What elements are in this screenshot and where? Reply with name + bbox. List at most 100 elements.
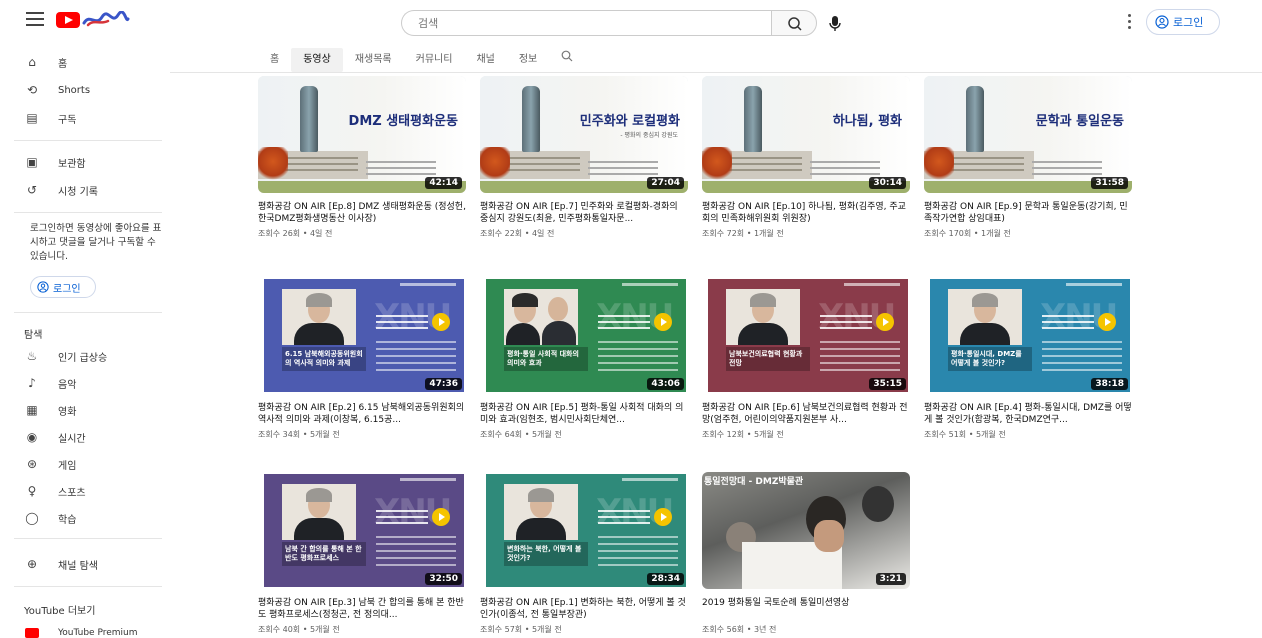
gaming-icon: ⊛ [26, 457, 38, 471]
video-title[interactable]: 평화공감 ON AIR [Ep.10] 하나됨, 평화(김주영, 주교회의 민족… [702, 201, 910, 225]
thumbnail-info-lines [376, 510, 428, 526]
sidebar-item-subscriptions[interactable]: ▤ 구독 [0, 106, 172, 130]
tab-channels[interactable]: 채널 [464, 48, 506, 72]
video-thumbnail[interactable]: XNU 남북보건의료협력 현황과 전망 35:15 [702, 277, 910, 394]
video-thumbnail[interactable]: DMZ 생태평화운동 42:14 [258, 76, 466, 193]
video-title[interactable]: 평화공감 ON AIR [Ep.9] 문학과 통일운동(강기희, 민족작가연합 … [924, 201, 1132, 225]
tab-home[interactable]: 홈 [258, 48, 291, 72]
sidebar-login-button[interactable]: 로그인 [30, 276, 96, 298]
sidebar-item-sports[interactable]: ♀ 스포츠 [0, 479, 172, 503]
sidebar-item-label: 홈 [58, 58, 68, 70]
sidebar-item-movies[interactable]: ▦ 영화 [0, 398, 172, 422]
sports-icon: ♀ [27, 484, 37, 498]
video-card[interactable]: 민주화와 로컬평화 - 평화의 중심지 강원도 27:04 평화공감 ON AIR… [480, 76, 688, 239]
thumbnail-title: 남북 간 합의를 통해 본 한반도 평화프로세스 [282, 542, 366, 566]
video-card[interactable]: 하나됨, 평화 30:14 평화공감 ON AIR [Ep.10] 하나됨, 평화… [702, 76, 910, 239]
sidebar-item-home[interactable]: ⌂ 홈 [0, 50, 172, 74]
video-card[interactable]: XNU 남북 간 합의를 통해 본 한반도 평화프로세스 32:50 평화공감 O… [258, 472, 466, 635]
video-card[interactable]: 통일전망대 - DMZ박물관 3:21 2019 평화통일 국토순례 통일미션영상 조… [702, 472, 910, 635]
video-card[interactable]: XNU 평화·통일시대, DMZ를 어떻게 볼 것인가? 38:18 평화공감 O… [924, 277, 1132, 440]
history-icon: ↺ [26, 183, 38, 197]
thumbnail-brand-bar [1066, 283, 1122, 286]
video-title[interactable]: 평화공감 ON AIR [Ep.3] 남북 간 합의를 통해 본 한반도 평화프… [258, 597, 466, 621]
sidebar-item-history[interactable]: ↺ 시청 기록 [0, 178, 172, 202]
video-card[interactable]: XNU 평화·통일 사회적 대화의 의미와 효과 43:06 평화공감 ON AI… [480, 277, 688, 440]
video-card[interactable]: 문학과 통일운동 31:58 평화공감 ON AIR [Ep.9] 문학과 통일운… [924, 76, 1132, 239]
youtube-logo[interactable] [56, 9, 130, 31]
sidebar-item-gaming[interactable]: ⊛ 게임 [0, 452, 172, 476]
video-card[interactable]: XNU 변화하는 북한, 어떻게 볼 것인가? 28:34 평화공감 ON AIR… [480, 472, 688, 635]
thumbnail-panel: XNU 평화·통일시대, DMZ를 어떻게 볼 것인가? [930, 279, 1130, 392]
video-title[interactable]: 평화공감 ON AIR [Ep.4] 평화-통일시대, DMZ를 어떻게 볼 것… [924, 402, 1132, 426]
tab-community[interactable]: 커뮤니티 [404, 48, 465, 72]
sidebar-item-youtube-premium[interactable]: YouTube Premium [0, 621, 172, 638]
video-thumbnail[interactable]: 문학과 통일운동 31:58 [924, 76, 1132, 193]
thumbnail-panel: XNU 평화·통일 사회적 대화의 의미와 효과 [486, 279, 686, 392]
sidebar-item-trending[interactable]: ♨ 인기 급상승 [0, 344, 172, 368]
tab-search[interactable] [549, 48, 585, 72]
explore-heading: 탐색 [24, 330, 43, 341]
sidebar-item-music[interactable]: ♪ 음악 [0, 371, 172, 395]
menu-icon[interactable] [26, 12, 44, 28]
video-metadata: 조회수 40회 • 5개월 전 [258, 625, 340, 634]
video-card[interactable]: XNU 남북보건의료협력 현황과 전망 35:15 평화공감 ON AIR [Ep… [702, 277, 910, 440]
voice-search-button[interactable] [822, 10, 848, 36]
video-thumbnail[interactable]: 하나됨, 평화 30:14 [702, 76, 910, 193]
sidebar-item-label: 스포츠 [58, 487, 86, 499]
sidebar-item-shorts[interactable]: ⟲ Shorts [0, 78, 172, 102]
video-thumbnail[interactable]: XNU 평화·통일 사회적 대화의 의미와 효과 43:06 [480, 277, 688, 394]
sidebar-item-library[interactable]: ▣ 보관함 [0, 150, 172, 174]
signin-prompt-text: 로그인하면 동영상에 좋아요를 표시하고 댓글을 달거나 구독할 수 있습니다. [30, 223, 162, 262]
live-icon: ◉ [26, 430, 38, 444]
video-thumbnail[interactable]: XNU 평화·통일시대, DMZ를 어떻게 볼 것인가? 38:18 [924, 277, 1132, 394]
video-thumbnail[interactable]: 통일전망대 - DMZ박물관 3:21 [702, 472, 910, 589]
thumbnail-title: 평화·통일 사회적 대화의 의미와 효과 [504, 347, 588, 371]
guest-portrait [282, 484, 356, 540]
music-icon: ♪ [28, 376, 36, 390]
video-thumbnail[interactable]: 민주화와 로컬평화 - 평화의 중심지 강원도 27:04 [480, 76, 688, 193]
login-button[interactable]: 로그인 [1146, 9, 1220, 35]
sidebar-item-live[interactable]: ◉ 실시간 [0, 425, 172, 449]
subscriptions-icon: ▤ [26, 111, 38, 125]
guest-portrait [948, 289, 1022, 345]
video-card[interactable]: DMZ 생태평화운동 42:14 평화공감 ON AIR [Ep.8] DMZ 생… [258, 76, 466, 239]
tab-videos[interactable]: 동영상 [291, 48, 343, 72]
login-label: 로그인 [1173, 16, 1204, 29]
thumbnail-title: 남북보건의료협력 현황과 전망 [726, 347, 810, 371]
movie-icon: ▦ [26, 403, 38, 417]
thumbnail-brand-bar [622, 283, 678, 286]
video-title[interactable]: 평화공감 ON AIR [Ep.7] 민주화와 로컬평화-경화의 중심지 강원도… [480, 201, 688, 225]
more-from-youtube-heading: YouTube 더보기 [24, 606, 96, 617]
thumbnail-panel: XNU 남북 간 합의를 통해 본 한반도 평화프로세스 [264, 474, 464, 587]
search-button[interactable] [771, 10, 817, 36]
video-thumbnail[interactable]: XNU 변화하는 북한, 어떻게 볼 것인가? 28:34 [480, 472, 688, 589]
guest-portrait [504, 484, 578, 540]
video-title[interactable]: 2019 평화통일 국토순례 통일미션영상 [702, 597, 910, 621]
video-metadata: 조회수 34회 • 5개월 전 [258, 430, 340, 439]
video-thumbnail[interactable]: XNU 남북 간 합의를 통해 본 한반도 평화프로세스 32:50 [258, 472, 466, 589]
thumbnail-brand-bar [400, 283, 456, 286]
settings-menu-icon[interactable] [1124, 11, 1134, 33]
thumbnail-title: 변화하는 북한, 어떻게 볼 것인가? [504, 542, 588, 566]
sidebar-item-learning[interactable]: ◯ 학습 [0, 506, 172, 530]
tab-about[interactable]: 정보 [507, 48, 549, 72]
video-title[interactable]: 평화공감 ON AIR [Ep.1] 변화하는 북한, 어떻게 볼 것인가(이종… [480, 597, 688, 621]
thumbnail-title: 민주화와 로컬평화 [579, 114, 680, 129]
video-title[interactable]: 평화공감 ON AIR [Ep.5] 평화-통일 사회적 대화의 의미와 효과(… [480, 402, 688, 426]
video-duration: 3:21 [875, 573, 906, 585]
video-card[interactable]: XNU 6.15 남북해외공동위원회의 역사적 의미와 과제 47:36 평화공감… [258, 277, 466, 440]
search-input[interactable] [401, 10, 771, 36]
thumbnail-guest-lines [1042, 341, 1122, 379]
video-title[interactable]: 평화공감 ON AIR [Ep.6] 남북보건의료협력 현황과 전망(엄주현, … [702, 402, 910, 426]
video-metadata: 조회수 170회 • 1개월 전 [924, 229, 1011, 238]
tab-playlists[interactable]: 재생목록 [343, 48, 404, 72]
learning-icon: ◯ [25, 511, 39, 525]
video-metadata: 조회수 22회 • 4일 전 [480, 229, 555, 238]
video-duration: 27:04 [647, 177, 684, 189]
video-title[interactable]: 평화공감 ON AIR [Ep.2] 6.15 남북해외공동위원회의 역사적 의… [258, 402, 466, 426]
video-title[interactable]: 평화공감 ON AIR [Ep.8] DMZ 생태평화운동 (정성헌, 한국DM… [258, 201, 466, 225]
thumbnail-title: 하나됨, 평화 [832, 114, 902, 129]
video-thumbnail[interactable]: XNU 6.15 남북해외공동위원회의 역사적 의미와 과제 47:36 [258, 277, 466, 394]
video-duration: 28:34 [647, 573, 684, 585]
sidebar-item-browse-channels[interactable]: ⊕ 채널 탐색 [0, 552, 172, 576]
